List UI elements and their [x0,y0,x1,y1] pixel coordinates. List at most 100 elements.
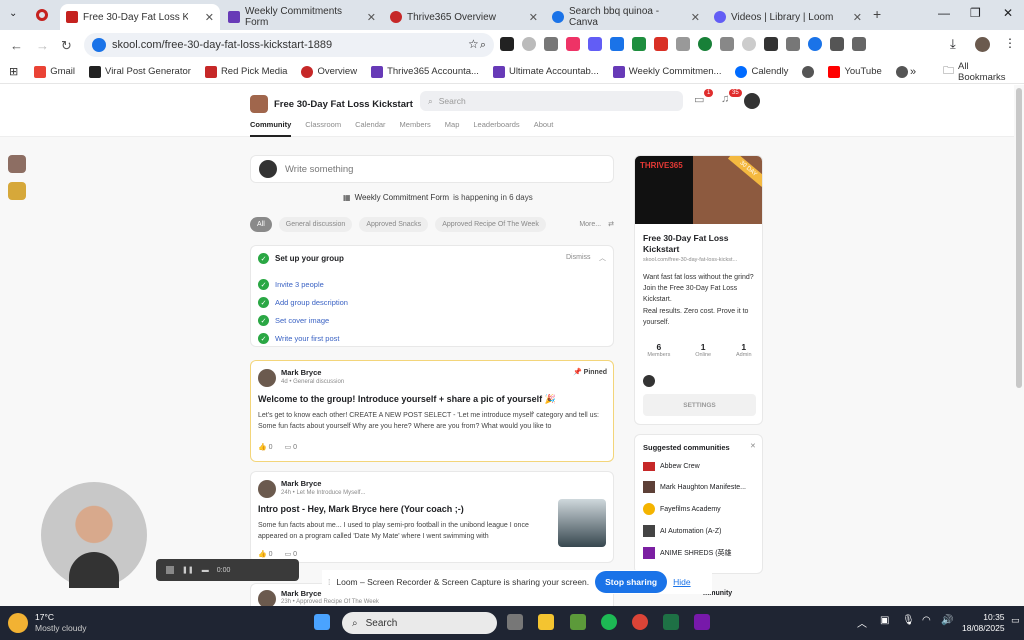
close-tab-icon[interactable]: ✕ [691,11,700,24]
member-avatar[interactable] [643,375,655,387]
extension-icon[interactable] [786,37,800,51]
suggested-item[interactable]: Mark Haughton Manifeste... [643,481,746,493]
filter-all[interactable]: All [250,216,272,232]
tray-expand-icon[interactable]: ︿ [857,615,867,630]
weather-icon[interactable] [8,613,28,633]
minimize-icon[interactable]: — [938,6,950,20]
tab-map[interactable]: Map [445,120,460,137]
back-icon[interactable]: ← [10,38,23,53]
new-tab-icon[interactable]: + [873,6,881,22]
bookmark-redpick[interactable]: Red Pick Media [204,65,287,78]
filter-recipe[interactable]: Approved Recipe Of The Week [435,216,546,232]
chrome-menu-icon[interactable]: ⋮ [1004,36,1016,50]
taskbar-search[interactable]: ⌕ Search [342,612,497,634]
bookmark-overview[interactable]: Overview [301,65,357,78]
group-shortcut-icon[interactable] [8,155,26,173]
windows-start-icon[interactable] [314,614,330,630]
group-switcher[interactable]: Free 30-Day Fat Loss Kickstart ⇕ [250,95,432,113]
suggested-item[interactable]: Fayefilms Academy [643,503,746,515]
extension-icon[interactable] [742,37,756,51]
wifi-icon[interactable]: ◠ [922,615,931,626]
setup-task[interactable]: ✓ Add group description [258,297,348,308]
hide-button[interactable]: Hide [673,577,690,587]
microphone-icon[interactable]: 🎙 [902,615,915,626]
dismiss-button[interactable]: Dismiss [566,254,591,261]
maximize-icon[interactable]: ❐ [970,6,981,20]
close-tab-icon[interactable]: ✕ [367,11,376,24]
more-bookmarks-icon[interactable]: » [910,66,916,78]
author-avatar[interactable] [258,590,276,606]
search-input[interactable]: ⌕ Search [420,91,683,111]
reload-icon[interactable]: ↻ [61,38,72,54]
post-card[interactable]: Mark Bryce 24h • Let Me Introduce Myself… [250,471,614,563]
like-button[interactable]: 👍 0 [258,443,273,451]
drag-handle-icon[interactable]: ⁞ [328,577,330,587]
spotify-icon[interactable] [601,614,617,630]
stop-icon[interactable] [166,566,174,574]
extension-icon[interactable] [544,37,558,51]
extension-icon[interactable] [500,37,514,51]
stat-admin[interactable]: 1 Admin [736,342,752,358]
close-tab-icon[interactable]: ✕ [205,11,214,24]
tray-app-icon[interactable]: ▣ [880,615,889,626]
address-bar[interactable]: skool.com/free-30-day-fat-loss-kickstart… [84,33,494,57]
tab-skool[interactable]: Free 30-Day Fat Loss Kicl ✕ [60,4,220,30]
page-scrollbar[interactable] [1016,88,1022,388]
bookmark-calendly[interactable]: Calendly [735,65,788,78]
like-button[interactable]: 👍 0 [258,550,273,558]
stop-sharing-button[interactable]: Stop sharing [595,571,668,593]
tab-leaderboards[interactable]: Leaderboards [473,120,519,137]
comment-button[interactable]: ▭ 0 [285,550,297,558]
collapse-icon[interactable]: ︿ [599,253,606,263]
bookmark-ultimate[interactable]: Ultimate Accountab... [492,65,599,78]
all-bookmarks[interactable]: 🗀 All Bookmarks [943,61,1010,83]
trash-icon[interactable]: ▬ [202,567,209,574]
bookmark-viral[interactable]: Viral Post Generator [89,65,191,78]
excel-icon[interactable] [663,614,679,630]
bookmark-weekly[interactable]: Weekly Commitmen... [612,65,721,78]
profile-avatar[interactable] [975,37,990,52]
filter-general[interactable]: General discussion [278,216,353,232]
suggested-item[interactable]: AI Automation (A-Z) [643,525,746,537]
tab-canva[interactable]: Search bbq quinoa - Canva ✕ [546,4,706,30]
filter-snacks[interactable]: Approved Snacks [359,216,429,232]
bell-icon[interactable]: ♫ [721,93,729,105]
extension-icon[interactable] [830,37,844,51]
setup-task[interactable]: ✓ Invite 3 people [258,279,348,290]
settings-button[interactable]: SETTINGS [643,394,756,416]
clock[interactable]: 10:35 18/08/2025 [962,612,1005,634]
apps-grid-icon[interactable]: ⊞ [9,65,18,78]
post-card-pinned[interactable]: Mark Bryce 4d • General discussion 📌 Pin… [250,360,614,462]
author-name[interactable]: Mark Bryce [281,368,321,377]
site-info-icon[interactable] [92,38,106,52]
tab-members[interactable]: Members [400,120,431,137]
tab-classroom[interactable]: Classroom [305,120,341,137]
bookmark-gmail[interactable]: Gmail [34,65,75,78]
loom-extension-icon[interactable] [588,37,602,51]
setup-task[interactable]: ✓ Write your first post [258,333,348,344]
forward-icon[interactable]: → [36,38,49,53]
bookmark-thrive[interactable]: Thrive365 Accounta... [371,65,479,78]
extension-icon[interactable] [698,37,712,51]
tab-community[interactable]: Community [250,120,292,137]
event-banner[interactable]: ▦ Weekly Commitment Form is happening in… [343,193,533,202]
extension-icon[interactable] [522,37,536,51]
close-tab-icon[interactable]: ✕ [853,11,862,24]
extension-icon[interactable] [610,37,624,51]
weather-widget[interactable]: 17°C Mostly cloudy [35,612,87,634]
bookmark-globe[interactable] [802,65,815,78]
group-cover-image[interactable]: THRIVE365 30 DAY [635,156,762,224]
suggested-item[interactable]: ANIME SHREDS (英雄 [643,547,746,559]
extension-icon[interactable] [566,37,580,51]
author-name[interactable]: Mark Bryce [281,479,321,488]
onenote-icon[interactable] [694,614,710,630]
tab-about[interactable]: About [534,120,554,137]
setup-task[interactable]: ✓ Set cover image [258,315,348,326]
task-view-icon[interactable] [507,614,523,630]
sort-icon[interactable]: ⇄ [608,220,614,228]
filter-more[interactable]: More... [579,221,601,228]
side-group-url[interactable]: skool.com/free-30-day-fat-loss-kickst... [643,257,737,263]
post-composer[interactable]: Write something [250,155,614,183]
download-icon[interactable]: ⤓ [950,36,956,52]
close-tab-icon[interactable]: ✕ [529,11,538,24]
